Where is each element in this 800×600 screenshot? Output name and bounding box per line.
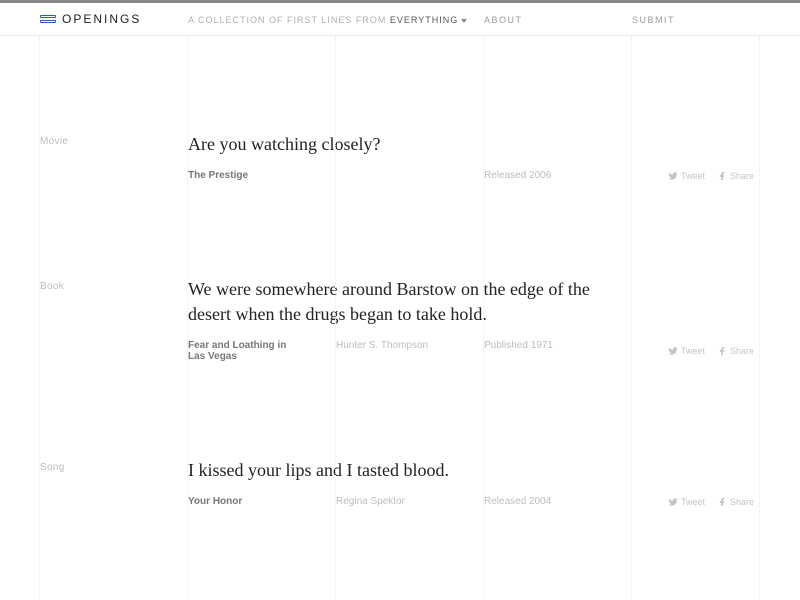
entry-category: Movie	[40, 132, 188, 147]
entry: Song I kissed your lips and I tasted blo…	[0, 362, 800, 507]
opening-line: We were somewhere around Barstow on the …	[188, 277, 618, 326]
entry-category: Book	[40, 277, 188, 292]
tagline-prefix: A COLLECTION OF FIRST LINES FROM	[188, 15, 390, 25]
logo[interactable]: OPENINGS	[40, 12, 188, 26]
tweet-label: Tweet	[681, 346, 705, 356]
entry-pub: Released 2004	[484, 496, 632, 507]
entry: Book We were somewhere around Barstow on…	[0, 181, 800, 362]
tagline: A COLLECTION OF FIRST LINES FROM EVERYTH…	[188, 15, 467, 25]
header: OPENINGS A COLLECTION OF FIRST LINES FRO…	[0, 3, 800, 36]
entry-pub: Published 1971	[484, 340, 632, 351]
about-link[interactable]: ABOUT	[484, 15, 523, 25]
submit-link[interactable]: SUBMIT	[632, 15, 675, 25]
facebook-icon	[717, 171, 727, 181]
share-button[interactable]: Share	[717, 170, 754, 181]
logo-mark-icon	[40, 13, 56, 25]
share-button[interactable]: Share	[717, 496, 754, 507]
facebook-icon	[717, 497, 727, 507]
filter-label: EVERYTHING	[390, 15, 458, 25]
entry-pub: Released 2006	[484, 170, 632, 181]
twitter-icon	[668, 171, 678, 181]
opening-line: I kissed your lips and I tasted blood.	[188, 458, 618, 482]
entry-category: Song	[40, 458, 188, 473]
twitter-icon	[668, 346, 678, 356]
entry-title: The Prestige	[188, 170, 298, 181]
tweet-label: Tweet	[681, 497, 705, 507]
filter-dropdown[interactable]: EVERYTHING	[390, 15, 467, 25]
share-label: Share	[730, 346, 754, 356]
opening-line: Are you watching closely?	[188, 132, 618, 156]
twitter-icon	[668, 497, 678, 507]
content: Movie Are you watching closely? The Pres…	[0, 36, 800, 600]
tweet-button[interactable]: Tweet	[668, 496, 705, 507]
share-label: Share	[730, 497, 754, 507]
entry-author: Regina Spektor	[336, 496, 484, 507]
tweet-button[interactable]: Tweet	[668, 170, 705, 181]
entry: Poem One: The first time I learned I lik…	[0, 507, 800, 600]
tweet-button[interactable]: Tweet	[668, 340, 705, 362]
entry: Movie Are you watching closely? The Pres…	[0, 36, 800, 181]
facebook-icon	[717, 346, 727, 356]
chevron-down-icon	[461, 19, 467, 23]
entry-author: Hunter S. Thompson	[336, 340, 484, 351]
logo-text: OPENINGS	[62, 12, 141, 26]
share-button[interactable]: Share	[717, 340, 754, 362]
entry-title: Your Honor	[188, 496, 298, 507]
tweet-label: Tweet	[681, 171, 705, 181]
entry-title: Fear and Loathing in Las Vegas	[188, 340, 298, 362]
share-label: Share	[730, 171, 754, 181]
